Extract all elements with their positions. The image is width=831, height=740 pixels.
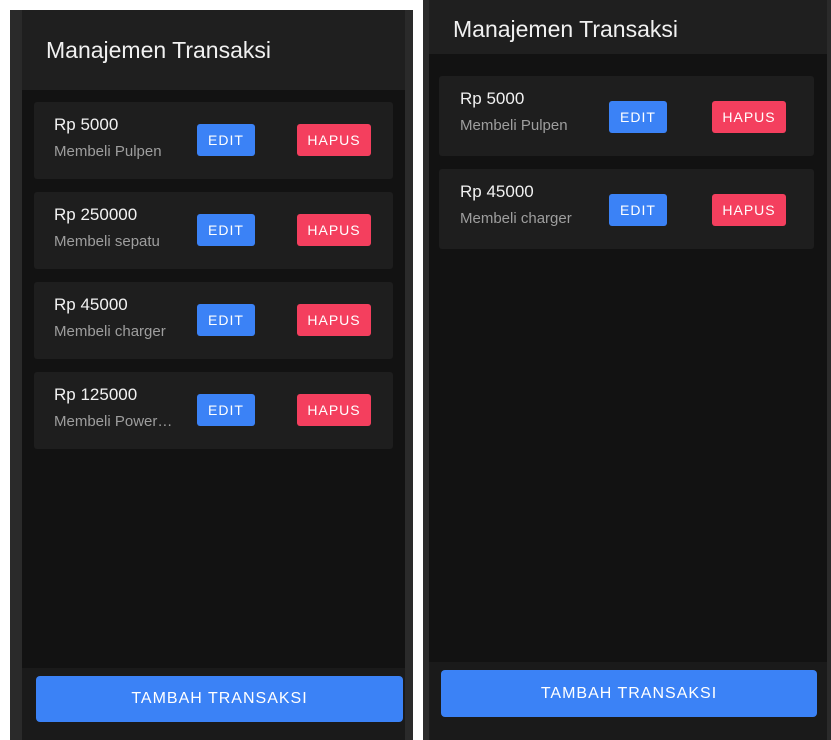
transaction-amount: Rp 45000 [460, 182, 534, 201]
delete-button[interactable]: HAPUS [297, 304, 371, 336]
app-screen-left: Manajemen Transaksi Rp 5000 Membeli Pulp… [10, 10, 413, 740]
edit-button[interactable]: EDIT [609, 194, 667, 226]
delete-button[interactable]: HAPUS [297, 214, 371, 246]
page-title: Manajemen Transaksi [453, 16, 678, 42]
transaction-list: Rp 5000 Membeli Pulpen EDIT HAPUS Rp 250… [22, 102, 405, 462]
screenshot-canvas: Manajemen Transaksi Rp 5000 Membeli Pulp… [0, 0, 831, 740]
delete-button[interactable]: HAPUS [712, 101, 786, 133]
edit-button[interactable]: EDIT [197, 304, 255, 336]
app-screen-right: Manajemen Transaksi Rp 5000 Membeli Pulp… [423, 0, 831, 740]
bottom-action-bar: TAMBAH TRANSAKSI [22, 668, 405, 740]
edit-button[interactable]: EDIT [197, 124, 255, 156]
edit-button[interactable]: EDIT [609, 101, 667, 133]
transaction-description: Membeli Pulpen [54, 143, 162, 160]
page-title: Manajemen Transaksi [46, 36, 271, 63]
edit-button[interactable]: EDIT [197, 214, 255, 246]
app-header: Manajemen Transaksi [22, 10, 405, 90]
transaction-card: Rp 125000 Membeli Power… EDIT HAPUS [34, 372, 393, 449]
delete-button[interactable]: HAPUS [297, 124, 371, 156]
transaction-card: Rp 5000 Membeli Pulpen EDIT HAPUS [439, 76, 814, 156]
transaction-card: Rp 250000 Membeli sepatu EDIT HAPUS [34, 192, 393, 269]
transaction-amount: Rp 125000 [54, 385, 138, 404]
transaction-card: Rp 45000 Membeli charger EDIT HAPUS [34, 282, 393, 359]
delete-button[interactable]: HAPUS [712, 194, 786, 226]
transaction-amount: Rp 45000 [54, 295, 128, 314]
edit-button[interactable]: EDIT [197, 394, 255, 426]
delete-button[interactable]: HAPUS [297, 394, 371, 426]
add-transaction-button[interactable]: TAMBAH TRANSAKSI [36, 676, 403, 722]
transaction-description: Membeli Power… [54, 413, 173, 430]
transaction-card: Rp 45000 Membeli charger EDIT HAPUS [439, 169, 814, 249]
bottom-action-bar: TAMBAH TRANSAKSI [429, 662, 827, 740]
transaction-list: Rp 5000 Membeli Pulpen EDIT HAPUS Rp 450… [429, 76, 827, 262]
transaction-description: Membeli sepatu [54, 233, 160, 250]
transaction-description: Membeli charger [460, 210, 572, 227]
add-transaction-button[interactable]: TAMBAH TRANSAKSI [441, 670, 817, 717]
transaction-amount: Rp 5000 [460, 89, 525, 108]
transaction-description: Membeli charger [54, 323, 166, 340]
transaction-card: Rp 5000 Membeli Pulpen EDIT HAPUS [34, 102, 393, 179]
transaction-amount: Rp 5000 [54, 115, 119, 134]
app-header: Manajemen Transaksi [429, 0, 827, 54]
transaction-amount: Rp 250000 [54, 205, 138, 224]
transaction-description: Membeli Pulpen [460, 117, 568, 134]
